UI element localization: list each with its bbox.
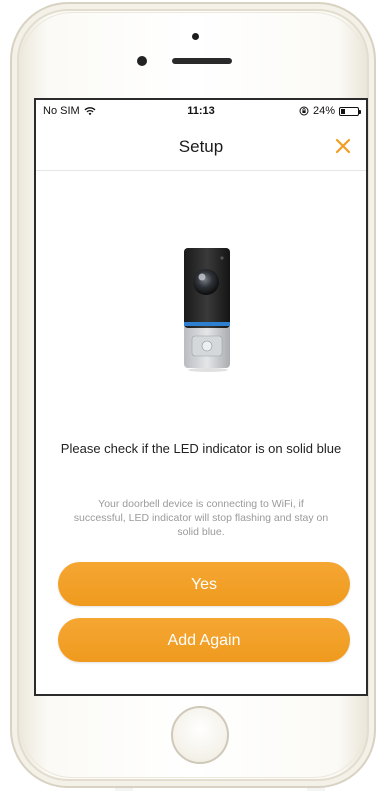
close-icon[interactable] [332,135,354,157]
proximity-sensor [137,56,147,66]
battery-icon [339,106,361,116]
rotation-lock-icon [299,106,309,116]
yes-button[interactable]: Yes [58,562,350,606]
status-bar: No SIM 11:13 24% [36,100,366,122]
earpiece-speaker [172,58,232,64]
doorbell-device-image [184,248,230,372]
front-camera [192,33,199,40]
app-screenshot: No SIM 11:13 24% Setup Please check if t… [0,0,385,791]
battery-percent: 24% [312,105,335,117]
app-screen: No SIM 11:13 24% Setup Please check if t… [34,98,368,696]
instruction-headline: Please check if the LED indicator is on … [60,441,342,456]
navigation-bar: Setup [36,122,366,171]
add-again-button[interactable]: Add Again [58,618,350,662]
page-title: Setup [178,137,224,156]
instruction-subtext: Your doorbell device is connecting to Wi… [73,498,329,538]
home-button[interactable] [171,706,229,764]
